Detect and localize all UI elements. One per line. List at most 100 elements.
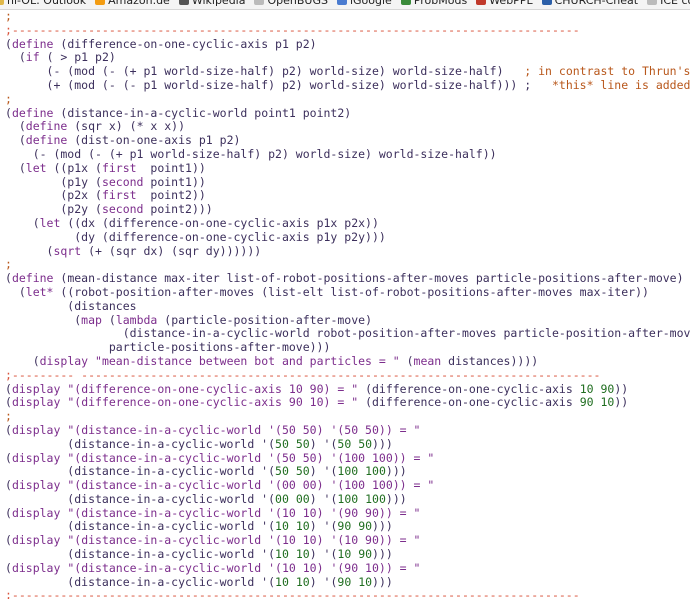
number-token: 10 [295,548,310,562]
bookmarks-bar: hi-OL: Outlook Amazon.de Wikipedia OpenBUGS… [0,0,690,10]
string-token: "mean-distance between bot and particles… [95,354,400,368]
code-line: (+ (mod (- (- p1 world-size-half) p2) wo… [5,79,690,93]
number-token: 10 [275,575,289,589]
number-token: 90 [600,382,615,396]
bookmark-label: ICE code editor [660,0,690,7]
number-token: 10 [579,382,594,396]
code-text: point1)) [136,161,206,175]
code-text: distances)))) [441,354,539,368]
code-line: (display "(distance-in-a-cyclic-world '(… [5,479,690,493]
code-line: (let ((dx (difference-on-one-cyclic-axis… [5,217,690,231]
keyword-token: display [11,396,61,410]
code-text: ( [101,313,116,327]
code-text: ( [5,161,26,175]
code-text: ( [5,561,12,575]
code-text: (p2x ( [5,189,102,203]
code-text: ( [5,51,26,65]
keyword-token: let [25,161,47,175]
code-line: (distance-in-a-cyclic-world '(50 50) '(1… [5,465,690,479]
number-token: 10 [600,396,615,410]
code-text: ))) [372,548,393,562]
code-line: (distance-in-a-cyclic-world robot-positi… [5,327,690,341]
keyword-token: display [39,354,89,368]
bookmark-probmods[interactable]: ProbMods [400,0,467,7]
bookmark-webppl[interactable]: WebPPL [476,0,533,7]
code-text: (dist-on-one-axis p1 p2) [67,134,241,148]
keyword-token: if [25,51,40,65]
keyword-token: sqrt [53,244,82,258]
separator-comment: ;--------- -----------------------------… [5,368,601,382]
code-line: (display "mean-distance between bot and … [5,355,690,369]
code-text: (- (mod (- (+ p1 world-size-half) p2) wo… [5,65,525,79]
code-text: ))) [372,437,393,451]
keyword-token: display [11,534,61,548]
code-line: (- (mod (- (+ p1 world-size-half) p2) wo… [5,65,690,79]
keyword-token: define [25,120,68,134]
number-token: 10 [295,520,310,534]
code-line: (distance-in-a-cyclic-world '(10 10) '(9… [5,576,690,590]
number-token: 10 [275,548,289,562]
number-token: 90 [358,548,373,562]
number-token: 50 [295,465,310,479]
bookmark-church-cheat[interactable]: CHURCH-Cheat [541,0,638,7]
code-text: ( [5,285,26,299]
number-token: 50 [337,437,352,451]
bookmarks-row: hi-OL: Outlook Amazon.de Wikipedia OpenBUGS… [0,0,690,7]
code-text: ( [5,451,12,465]
amazon-icon [95,0,106,5]
number-token: 50 [275,437,289,451]
keyword-token: display [11,382,61,396]
code-text: ( [5,120,26,134]
code-line: (distance-in-a-cyclic-world '(50 50) '(5… [5,438,690,452]
code-line: (define (dist-on-one-axis p1 p2) [5,134,690,148]
keyword-token: define [25,134,68,148]
number-token: 10 [358,575,373,589]
code-area[interactable]: ; ;--------------------------------------… [0,10,690,599]
keyword-token: let [39,216,61,230]
code-line: ;---------------------------------------… [5,589,690,599]
code-text: (+ (sqr dx) (sqr dy)))))) [81,244,262,258]
code-text: ( [5,272,12,286]
probmods-icon [400,0,411,5]
code-line: (display "(distance-in-a-cyclic-world '(… [5,424,690,438]
code-text: (difference-on-one-cyclic-axis p1 p2) [53,37,317,51]
code-line: (sqrt (+ (sqr dx) (sqr dy)))))) [5,245,690,259]
code-text: (distance-in-a-cyclic-world robot-positi… [5,327,690,341]
code-line: (display "(distance-in-a-cyclic-world '(… [5,507,690,521]
bookmark-hi-ol-outlook[interactable]: hi-OL: Outlook [0,0,86,7]
bookmark-ice-code-editor[interactable]: ICE code editor [647,0,690,7]
code-line: (let ((p1x (first point1)) [5,162,690,176]
code-text: (distance-in-a-cyclic-world '( [5,465,276,479]
wikipedia-icon [178,0,189,5]
code-text: ) '( [309,437,338,451]
code-text: (difference-on-one-cyclic-axis [358,382,580,396]
code-text: ) '( [309,520,338,534]
number-token: 90 [358,520,373,534]
code-text: ( [5,134,26,148]
code-text: ( [5,244,54,258]
bookmark-label: hi-OL: Outlook [7,0,87,7]
code-line: (define (mean-distance max-iter list-of-… [5,272,690,286]
comment-token: ; [5,10,12,23]
string-token: "(distance-in-a-cyclic-world '(10 10) '(… [67,506,421,520]
separator-comment: ;---------------------------------------… [5,589,580,599]
string-token: "(difference-on-one-cyclic-axis 90 10) =… [67,396,359,410]
code-text: (distance-in-a-cyclic-world '( [5,437,276,451]
church-icon [541,0,552,5]
code-text: (dy (difference-on-one-cyclic-axis p1y p… [5,230,386,244]
code-text: ((p1x ( [46,161,102,175]
keyword-token: first [101,161,137,175]
string-token: "(distance-in-a-cyclic-world '(50 50) '(… [67,451,435,465]
code-line: (define (distance-in-a-cyclic-world poin… [5,107,690,121]
bookmark-amazon-de[interactable]: Amazon.de [95,0,170,7]
bookmark-igoogle[interactable]: iGoogle [336,0,392,7]
bookmark-openbugs[interactable]: OpenBUGS [254,0,328,7]
bookmark-wikipedia[interactable]: Wikipedia [178,0,245,7]
code-line: (p2y (second point2))) [5,203,690,217]
comment-token: ; [5,92,12,106]
code-editor[interactable]: ; ;--------------------------------------… [0,10,690,599]
webppl-icon [476,0,487,5]
